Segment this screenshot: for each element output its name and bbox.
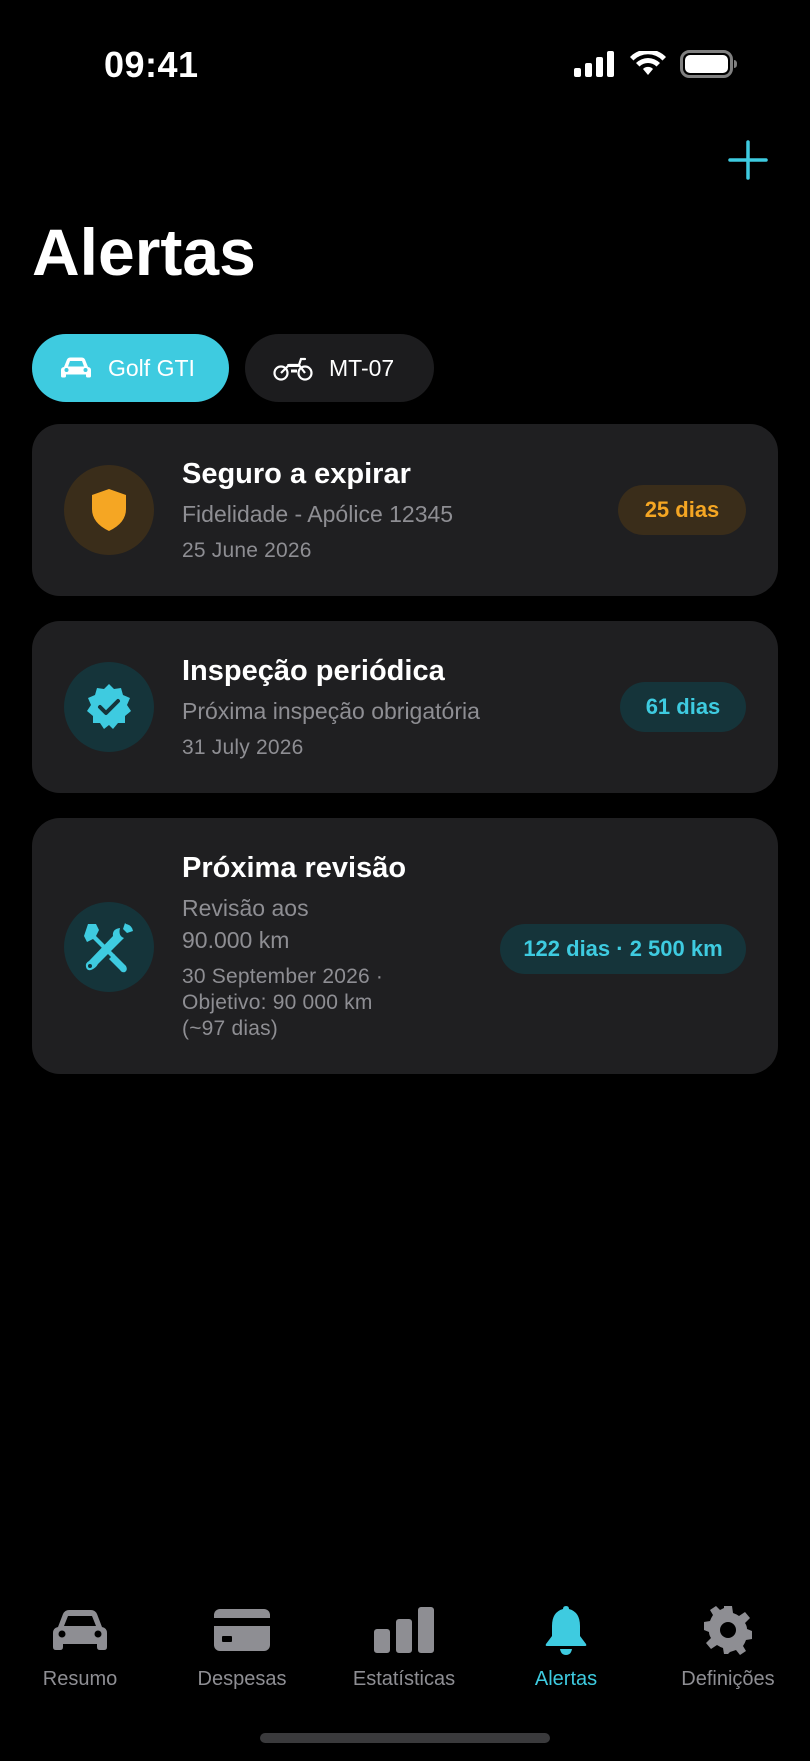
wifi-icon <box>630 49 666 82</box>
tab-label: Resumo <box>42 1668 118 1690</box>
alert-icon-wrapper <box>64 662 154 752</box>
alert-date-line2: Objetivo: 90 000 km <box>182 991 373 1014</box>
alert-subtitle: Próxima inspeção obrigatória <box>182 698 480 724</box>
add-alert-button[interactable] <box>722 134 774 186</box>
vehicle-chip-label: Golf GTI <box>108 354 195 381</box>
alert-date: 25 June 2026 <box>182 539 312 562</box>
alert-card-insurance[interactable]: Seguro a expirar Fidelidade - Apólice 12… <box>32 424 778 596</box>
tab-label: Estatísticas <box>352 1668 456 1690</box>
alert-card-inspection[interactable]: Inspeção periódica Próxima inspeção obri… <box>32 621 778 793</box>
car-icon <box>53 1610 107 1650</box>
alert-subtitle-line2: 90.000 km <box>182 927 290 953</box>
motorcycle-icon <box>273 357 313 381</box>
page-title: Alertas <box>32 215 256 289</box>
alert-date-line3: (~97 dias) <box>182 1017 278 1040</box>
tab-resumo[interactable]: Resumo <box>5 1602 155 1691</box>
credit-card-icon <box>214 1609 270 1651</box>
shield-icon <box>92 489 126 531</box>
vehicle-chip-golf-gti[interactable]: Golf GTI <box>32 334 229 402</box>
tab-definicoes[interactable]: Definições <box>653 1602 803 1691</box>
alert-subtitle: Fidelidade - Apólice 12345 <box>182 501 454 527</box>
tab-despesas[interactable]: Despesas <box>167 1602 317 1691</box>
status-bar: 09:41 <box>0 0 810 130</box>
vehicle-chip-mt-07[interactable]: MT-07 <box>245 334 434 402</box>
car-icon <box>61 357 91 378</box>
days-remaining-badge: 25 dias <box>618 485 746 535</box>
alert-title: Próxima revisão <box>182 852 407 884</box>
alert-subtitle-line1: Revisão aos <box>182 895 309 921</box>
alert-title: Seguro a expirar <box>182 458 411 490</box>
tab-label: Definições <box>681 1668 775 1690</box>
alert-title: Inspeção periódica <box>182 655 445 687</box>
alert-date: 31 July 2026 <box>182 736 304 759</box>
gear-icon <box>704 1606 752 1655</box>
home-indicator <box>260 1733 550 1743</box>
vehicle-chip-label: MT-07 <box>329 354 395 381</box>
alert-icon-wrapper <box>64 902 154 992</box>
plus-icon <box>728 140 768 180</box>
tab-label: Despesas <box>197 1668 287 1690</box>
vehicle-selector: Golf GTI MT-07 <box>32 334 434 402</box>
alert-icon-wrapper <box>64 465 154 555</box>
wrench-screwdriver-icon <box>84 923 133 973</box>
alert-date-line1: 30 September 2026 · <box>182 965 384 988</box>
days-remaining-badge: 61 dias <box>620 682 746 732</box>
status-icons <box>574 49 738 83</box>
signal-icon <box>574 51 616 82</box>
verified-badge-icon <box>87 684 131 729</box>
tab-estatisticas[interactable]: Estatísticas <box>329 1602 479 1691</box>
bar-chart-icon <box>374 1607 434 1653</box>
tab-alertas[interactable]: Alertas <box>491 1602 641 1691</box>
battery-icon <box>680 50 738 83</box>
alert-card-service[interactable]: Próxima revisão Revisão aos 90.000 km 30… <box>32 818 778 1074</box>
bell-icon <box>545 1606 587 1655</box>
days-remaining-badge: 122 dias · 2 500 km <box>500 924 746 974</box>
tab-label: Alertas <box>534 1668 598 1690</box>
status-time: 09:41 <box>104 44 199 85</box>
